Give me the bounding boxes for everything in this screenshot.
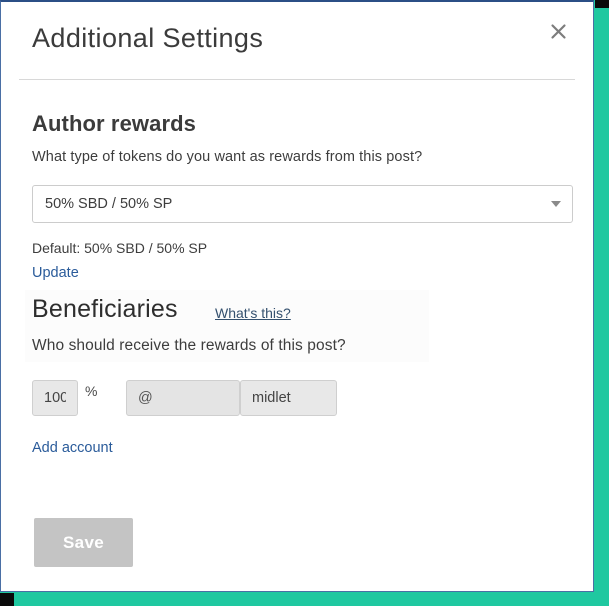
close-x-icon xyxy=(550,23,567,40)
author-rewards-default-text: Default: 50% SBD / 50% SP xyxy=(32,240,208,256)
additional-settings-dialog: Additional Settings Author rewards What … xyxy=(0,0,594,592)
page-backdrop: Additional Settings Author rewards What … xyxy=(0,0,609,606)
backdrop-bottom-bar xyxy=(14,593,609,606)
beneficiary-account-prefix: @ xyxy=(126,380,240,416)
backdrop-corner-top-right xyxy=(595,0,609,8)
beneficiary-percent-input[interactable] xyxy=(32,380,78,416)
author-rewards-heading: Author rewards xyxy=(32,111,196,136)
chevron-down-icon xyxy=(551,201,561,207)
beneficiary-account-input[interactable] xyxy=(240,380,337,416)
page-title: Additional Settings xyxy=(32,23,264,53)
beneficiaries-heading: Beneficiaries xyxy=(32,295,178,323)
percent-symbol-label: % xyxy=(85,383,98,399)
dialog-header: Additional Settings xyxy=(1,2,593,80)
author-rewards-select[interactable]: 50% SBD / 50% SP xyxy=(32,185,573,223)
close-button[interactable] xyxy=(545,18,571,44)
beneficiaries-question-label: Who should receive the rewards of this p… xyxy=(32,337,346,354)
update-link[interactable]: Update xyxy=(32,265,79,281)
add-account-link[interactable]: Add account xyxy=(32,440,113,456)
header-divider xyxy=(19,79,575,80)
save-button[interactable]: Save xyxy=(34,518,133,567)
backdrop-corner-bottom-left xyxy=(0,593,14,606)
whats-this-link[interactable]: What's this? xyxy=(215,305,291,321)
author-rewards-question-label: What type of tokens do you want as rewar… xyxy=(32,149,423,165)
author-rewards-select-value: 50% SBD / 50% SP xyxy=(45,196,173,212)
